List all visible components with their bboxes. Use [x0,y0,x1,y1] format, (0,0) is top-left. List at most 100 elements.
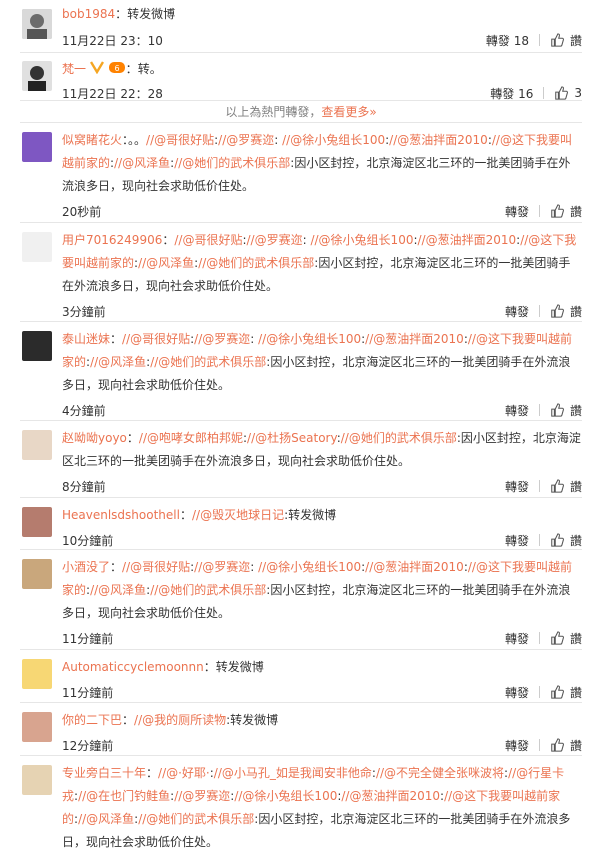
repost-button[interactable]: 轉發 [505,478,529,495]
mention-link[interactable]: //@不完全健全张咪波将 [376,766,504,780]
avatar[interactable] [22,9,52,39]
avatar[interactable] [22,507,52,537]
divider [538,404,540,416]
username[interactable]: 小酒没了 [62,560,110,574]
mention-link[interactable]: //@哥很好贴 [174,233,242,247]
mention-link[interactable]: //@风泽鱼 [90,583,146,597]
repost-button[interactable]: 轉發 18 [486,32,529,49]
avatar[interactable] [22,132,52,162]
mention-link[interactable]: //@咆哮女郎柏邦妮 [139,431,243,445]
text-fragment: :转发微博 [226,713,279,727]
avatar[interactable] [22,61,52,91]
like-button[interactable]: 讚 [550,32,582,49]
avatar[interactable] [22,232,52,262]
text-fragment: ：。。 [122,133,147,147]
mention-link[interactable]: //@风泽鱼 [78,812,134,826]
mention-link[interactable]: //@哥很好贴 [146,133,214,147]
like-button[interactable]: 讚 [550,203,582,220]
mention-link[interactable]: //@风泽鱼 [138,256,194,270]
username[interactable]: 专业旁白三十年 [62,766,146,780]
mention-link[interactable]: //@徐小兔组长100 [258,560,361,574]
mention-link[interactable]: //@杜扬Seatory [247,431,337,445]
mention-link[interactable]: //@葱油拌面2010 [341,789,440,803]
username[interactable]: 用户7016249906 [62,233,162,247]
like-button[interactable]: 讚 [550,478,582,495]
mention-link[interactable]: //@她们的武术俱乐部 [138,812,254,826]
avatar[interactable] [22,331,52,361]
like-label: 讚 [569,403,582,418]
like-button[interactable]: 讚 [550,402,582,419]
repost-button[interactable]: 轉發 [505,684,529,701]
thumb-up-icon [551,403,564,417]
timestamp: 10分鐘前 [62,533,114,548]
mention-link[interactable]: //@罗赛迩 [194,560,250,574]
username[interactable]: Heavenlsdshoothell [62,508,180,522]
username[interactable]: bob1984 [62,7,115,21]
mention-link[interactable]: //@我的厕所读物 [134,713,226,727]
separator: ： [125,62,138,76]
mention-link[interactable]: //@风泽鱼 [114,156,170,170]
mention-link[interactable]: //@小马孔_如是我闻安非他命 [214,766,372,780]
mention-link[interactable]: //@毁灭地球日记 [192,508,284,522]
repost-text: 专业旁白三十年：//@·好耶·://@小马孔_如是我闻安非他命://@不完全健全… [62,762,582,852]
mention-link[interactable]: //@徐小兔组长100 [258,332,361,346]
mention-link[interactable]: //@哥很好贴 [122,560,190,574]
like-label: 讚 [569,204,582,219]
like-button[interactable]: 讚 [550,684,582,701]
mention-link[interactable]: //@哥很好贴 [122,332,190,346]
repost-text: 似窝睹花火：。。//@哥很好贴://@罗赛迩: //@徐小兔组长100://@葱… [62,129,582,198]
mention-link[interactable]: //@罗赛迩 [174,789,230,803]
mention-link[interactable]: //@在也门钓鲑鱼 [78,789,170,803]
mention-link[interactable]: //@她们的武术俱乐部 [174,156,290,170]
list-item: Automaticcyclemoonnn：转发微博 11分鐘前 轉發 讚 [20,650,582,703]
mention-link[interactable]: //@徐小兔组长100 [310,233,413,247]
repost-button[interactable]: 轉發 [505,532,529,549]
repost-button[interactable]: 轉發 [505,630,529,647]
mention-link[interactable]: //@葱油拌面2010 [365,332,464,346]
repost-text: Automaticcyclemoonnn：转发微博 [62,656,582,679]
username[interactable]: 梵一 [62,62,86,76]
like-button[interactable]: 讚 [550,303,582,320]
repost-button[interactable]: 轉發 16 [490,85,533,102]
mention-link[interactable]: //@葱油拌面2010 [389,133,488,147]
like-label: 讚 [569,631,582,646]
repost-button[interactable]: 轉發 [505,402,529,419]
repost-button[interactable]: 轉發 [505,737,529,754]
mention-link[interactable]: //@·好耶· [158,766,210,780]
avatar[interactable] [22,712,52,742]
repost-text: Heavenlsdshoothell：//@毁灭地球日记:转发微博 [62,504,582,527]
mention-link[interactable]: //@她们的武术俱乐部 [198,256,314,270]
username[interactable]: 赵呦呦yoyo [62,431,127,445]
avatar[interactable] [22,765,52,795]
avatar[interactable] [22,559,52,589]
mention-link[interactable]: //@她们的武术俱乐部 [150,355,266,369]
hot-reposts-divider: 以上為熱門轉發，查看更多» [20,101,582,123]
avatar[interactable] [22,659,52,689]
username[interactable]: 你的二下巴 [62,713,122,727]
avatar[interactable] [22,430,52,460]
mention-link[interactable]: //@葱油拌面2010 [418,233,517,247]
mention-link[interactable]: //@风泽鱼 [90,355,146,369]
repost-text: 小酒没了：//@哥很好贴://@罗赛迩: //@徐小兔组长100://@葱油拌面… [62,556,582,625]
like-button[interactable]: 讚 [550,532,582,549]
mention-link[interactable]: //@徐小兔组长100 [282,133,385,147]
repost-text: 赵呦呦yoyo：//@咆哮女郎柏邦妮://@杜扬Seatory://@她们的武术… [62,427,582,473]
mention-link[interactable]: //@罗赛迩 [194,332,250,346]
mention-link[interactable]: //@她们的武术俱乐部 [150,583,266,597]
mention-link[interactable]: //@她们的武术俱乐部 [341,431,457,445]
view-more-link[interactable]: 查看更多» [321,105,376,119]
username[interactable]: 泰山迷妹 [62,332,110,346]
repost-button[interactable]: 轉發 [505,203,529,220]
repost-button[interactable]: 轉發 [505,303,529,320]
username[interactable]: 似窝睹花火 [62,133,122,147]
mention-link[interactable]: //@罗赛迩 [218,133,274,147]
thumb-up-icon [551,685,564,699]
mention-link[interactable]: //@罗赛迩 [247,233,303,247]
like-button[interactable]: 讚 [550,630,582,647]
username[interactable]: Automaticcyclemoonnn [62,660,204,674]
mention-link[interactable]: //@徐小兔组长100 [234,789,337,803]
like-button[interactable]: 3 [554,86,582,100]
like-button[interactable]: 讚 [550,737,582,754]
mention-link[interactable]: //@葱油拌面2010 [365,560,464,574]
timestamp: 11月22日 22：28 [62,86,163,101]
